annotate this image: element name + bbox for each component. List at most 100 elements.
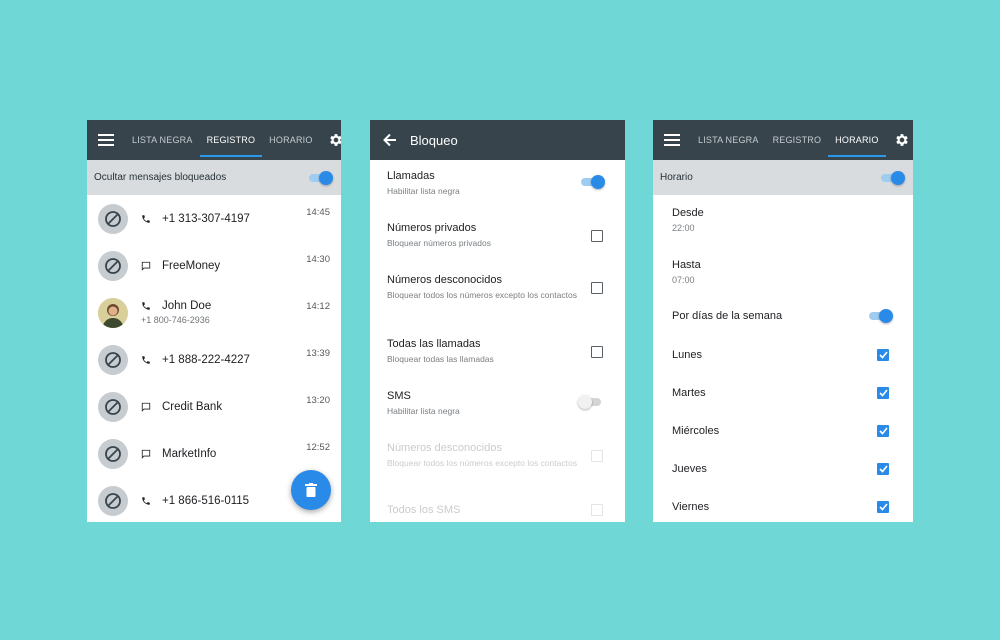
log-entry: Credit Bank — [141, 401, 306, 413]
setting-row[interactable]: Llamadas Habilitar lista negra — [370, 170, 625, 197]
back-arrow-icon[interactable] — [370, 120, 410, 160]
log-entry: MarketInfo — [141, 448, 306, 460]
day-checkbox[interactable] — [877, 349, 889, 361]
day-checkbox[interactable] — [877, 387, 889, 399]
tab-registro[interactable]: REGISTRO — [199, 120, 263, 160]
menu-icon[interactable] — [87, 120, 125, 160]
setting-row: Números desconocidos Bloquear todos los n… — [370, 442, 625, 469]
from-time-row[interactable]: Desde 22:00 — [672, 207, 889, 233]
message-icon — [141, 402, 156, 412]
day-checkbox[interactable] — [877, 501, 889, 513]
blocked-avatar-icon — [98, 391, 128, 422]
log-title: John Doe — [141, 300, 306, 312]
day-label: Martes — [672, 387, 706, 399]
app-bar: Bloqueo — [370, 120, 625, 160]
day-checkbox[interactable] — [877, 463, 889, 475]
phone-icon — [141, 496, 156, 506]
log-row[interactable]: FreeMoney 14:30 — [87, 242, 341, 289]
log-row[interactable]: John Doe +1 800-746-2936 14:12 — [87, 289, 341, 336]
log-title-text: +1 888-222-4227 — [162, 353, 250, 366]
day-checkbox[interactable] — [877, 425, 889, 437]
setting-subtitle: Habilitar lista negra — [387, 406, 460, 416]
tab-bar: LISTA NEGRA REGISTRO HORARIO — [691, 120, 886, 160]
setting-subtitle: Bloquear todas las llamadas — [387, 354, 494, 364]
to-label: Hasta — [672, 259, 701, 271]
menu-icon[interactable] — [653, 120, 691, 160]
blocked-avatar-icon — [98, 485, 128, 516]
day-row[interactable]: Miércoles — [672, 425, 889, 437]
screen-horario: LISTA NEGRA REGISTRO HORARIO Horario Des… — [653, 120, 913, 522]
log-entry: FreeMoney — [141, 260, 306, 272]
day-row[interactable]: Jueves — [672, 463, 889, 475]
log-row[interactable]: +1 888-222-4227 13:39 — [87, 336, 341, 383]
hide-blocked-label: Ocultar mensajes bloqueados — [94, 172, 227, 183]
setting-row[interactable]: Números desconocidos Bloquear todos los n… — [370, 274, 625, 301]
from-label: Desde — [672, 207, 704, 219]
log-row[interactable]: +1 313-307-4197 14:45 — [87, 195, 341, 242]
tab-lista-negra[interactable]: LISTA NEGRA — [691, 120, 766, 160]
tab-horario[interactable]: HORARIO — [262, 120, 319, 160]
tab-bar: LISTA NEGRA REGISTRO HORARIO — [125, 120, 320, 160]
setting-row: Todos los SMS — [370, 504, 625, 516]
setting-text: Números privados Bloquear números privado… — [387, 222, 491, 249]
tab-horario[interactable]: HORARIO — [828, 120, 886, 160]
setting-text: SMS Habilitar lista negra — [387, 390, 460, 417]
schedule-header-label: Horario — [660, 172, 693, 183]
message-icon — [141, 449, 156, 459]
settings-list: Llamadas Habilitar lista negra Números pri… — [370, 160, 625, 522]
setting-subtitle: Bloquear todos los números excepto los c… — [387, 290, 577, 300]
from-value: 22:00 — [672, 223, 695, 233]
log-title: FreeMoney — [141, 260, 306, 272]
setting-checkbox[interactable] — [591, 345, 603, 358]
log-row[interactable]: MarketInfo 12:52 — [87, 430, 341, 477]
setting-toggle[interactable] — [578, 394, 603, 409]
message-icon — [141, 261, 156, 271]
by-days-row[interactable]: Por días de la semana — [672, 309, 893, 323]
day-label: Miércoles — [672, 425, 720, 437]
log-time: 13:20 — [306, 395, 330, 406]
schedule-toggle[interactable] — [881, 170, 905, 185]
setting-title: Todos los SMS — [387, 504, 461, 516]
setting-row[interactable]: Todas las llamadas Bloquear todas las lla… — [370, 338, 625, 365]
day-label: Viernes — [672, 501, 710, 513]
phone-icon — [141, 355, 156, 365]
gear-icon[interactable] — [320, 120, 341, 160]
schedule-header-row[interactable]: Horario — [653, 160, 913, 195]
log-title-text: FreeMoney — [162, 259, 221, 272]
tab-registro[interactable]: REGISTRO — [766, 120, 829, 160]
setting-toggle[interactable] — [581, 174, 605, 189]
tab-lista-negra[interactable]: LISTA NEGRA — [125, 120, 200, 160]
log-entry: +1 888-222-4227 — [141, 354, 306, 366]
to-value: 07:00 — [672, 275, 695, 285]
setting-checkbox[interactable] — [591, 281, 603, 294]
by-days-label: Por días de la semana — [672, 310, 783, 322]
app-bar: LISTA NEGRA REGISTRO HORARIO — [87, 120, 341, 160]
setting-checkbox[interactable] — [591, 229, 603, 242]
screen-bloqueo: Bloqueo Llamadas Habilitar lista negra Núm… — [370, 120, 625, 522]
day-row[interactable]: Viernes — [672, 501, 889, 513]
to-time-row[interactable]: Hasta 07:00 — [672, 259, 889, 285]
setting-row[interactable]: Números privados Bloquear números privado… — [370, 222, 625, 249]
setting-title: SMS — [387, 390, 411, 402]
delete-fab-button[interactable] — [291, 470, 331, 510]
gear-icon[interactable] — [886, 120, 913, 160]
log-title-text: +1 313-307-4197 — [162, 212, 250, 225]
setting-row[interactable]: SMS Habilitar lista negra — [370, 390, 625, 417]
day-row[interactable]: Martes — [672, 387, 889, 399]
setting-text: Todas las llamadas Bloquear todas las lla… — [387, 338, 494, 365]
setting-text: Todos los SMS — [387, 504, 460, 516]
log-title-text: MarketInfo — [162, 447, 217, 460]
phone-icon — [141, 301, 156, 311]
log-subtitle: +1 800-746-2936 — [141, 315, 210, 325]
by-days-toggle[interactable] — [869, 309, 893, 323]
day-row[interactable]: Lunes — [672, 349, 889, 361]
log-row[interactable]: Credit Bank 13:20 — [87, 383, 341, 430]
setting-title: Números desconocidos — [387, 442, 502, 454]
log-title: MarketInfo — [141, 448, 306, 460]
log-title-text: +1 866-516-0115 — [162, 494, 250, 507]
hide-blocked-toggle[interactable] — [309, 170, 333, 185]
blocked-avatar-icon — [98, 203, 128, 234]
setting-checkbox — [591, 449, 603, 462]
hide-blocked-messages-row[interactable]: Ocultar mensajes bloqueados — [87, 160, 341, 195]
setting-title: Llamadas — [387, 170, 435, 182]
